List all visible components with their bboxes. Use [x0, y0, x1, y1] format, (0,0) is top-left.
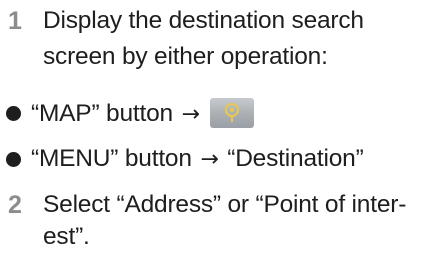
arrow-icon: → [181, 102, 200, 127]
step-number-1: 1 [8, 7, 22, 35]
destination-pin-icon [210, 98, 255, 128]
bullet-destination-label: “Destination” [227, 145, 364, 172]
bullet-dot [6, 152, 21, 167]
arrow-icon: → [200, 147, 219, 172]
bullet-map-label: “MAP” button [31, 100, 173, 127]
step2-text-line1: Select “Address” or “Point of inter- [43, 191, 407, 218]
instruction-page: 1 Display the destination search screen … [0, 0, 424, 254]
step1-text-line1: Display the destination search [43, 7, 364, 34]
step2-text-line2: est”. [43, 223, 90, 250]
bullet-dot [6, 106, 21, 121]
bullet-map-button: “MAP” button → [31, 98, 255, 130]
step1-text-line2: screen by either operation: [43, 43, 328, 70]
step-number-2: 2 [8, 191, 22, 219]
bullet-menu-button: “MENU” button → “Destination” [31, 144, 364, 175]
bullet-menu-label: “MENU” button [31, 145, 192, 172]
